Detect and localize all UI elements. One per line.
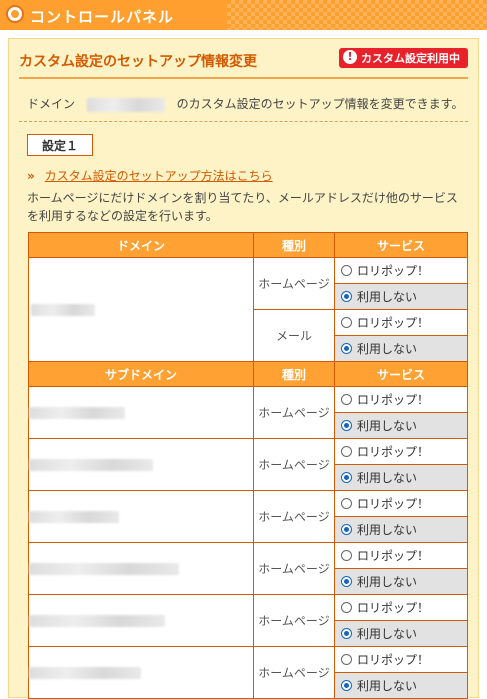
radio-option-none[interactable]: 利用しない bbox=[335, 516, 467, 542]
radio-option-none[interactable]: 利用しない bbox=[335, 464, 467, 490]
radio-selected-icon[interactable] bbox=[341, 628, 352, 639]
table-row: ホームページ ロリポップ！ 利用しない bbox=[28, 594, 468, 647]
table-row: ホームページ ロリポップ！ 利用しない bbox=[28, 386, 468, 439]
radio-icon[interactable] bbox=[341, 317, 352, 328]
kind-cell: ホームページ bbox=[253, 542, 335, 595]
radio-icon[interactable] bbox=[341, 498, 352, 509]
col-kind: 種別 bbox=[253, 232, 335, 258]
col-subdomain: サブドメイン bbox=[28, 361, 254, 387]
header-pattern bbox=[227, 0, 487, 30]
intro-text: ホームページにだけドメインを割り当てたり、メールアドレスだけ他のサービスを利用す… bbox=[27, 191, 458, 223]
radio-option-lolipop[interactable]: ロリポップ！ bbox=[335, 439, 467, 464]
radio-selected-icon[interactable] bbox=[341, 420, 352, 431]
table-row: ホームページ ロリポップ！ 利用しない bbox=[28, 257, 468, 362]
service-cell: ロリポップ！ 利用しない bbox=[334, 646, 468, 699]
col-domain: ドメイン bbox=[28, 232, 254, 258]
radio-selected-icon[interactable] bbox=[341, 576, 352, 587]
control-panel-header: コントロールパネル bbox=[0, 0, 487, 30]
service-cell: ロリポップ！ 利用しない bbox=[334, 438, 468, 491]
radio-icon[interactable] bbox=[341, 394, 352, 405]
blurred-subdomain bbox=[29, 459, 153, 471]
service-cell: ロリポップ！ 利用しない bbox=[334, 542, 468, 595]
radio-option-none[interactable]: 利用しない bbox=[335, 568, 467, 594]
double-chevron-icon: » bbox=[27, 169, 35, 183]
blurred-subdomain bbox=[29, 667, 141, 679]
col-service: サービス bbox=[334, 361, 468, 387]
radio-icon[interactable] bbox=[341, 654, 352, 665]
radio-option-none[interactable]: 利用しない bbox=[335, 335, 467, 361]
radio-option-none[interactable]: 利用しない bbox=[335, 283, 467, 309]
description: ドメイン のカスタム設定のセットアップ情報を変更できます。 bbox=[27, 97, 464, 112]
domain-cell bbox=[28, 257, 254, 362]
table-row: ホームページ ロリポップ！ 利用しない bbox=[28, 646, 468, 699]
radio-selected-icon[interactable] bbox=[341, 524, 352, 535]
blurred-subdomain bbox=[29, 511, 119, 523]
kind-cell: ホームページ bbox=[253, 594, 335, 647]
radio-option-lolipop[interactable]: ロリポップ！ bbox=[335, 258, 467, 283]
service-cell: ロリポップ！ 利用しない bbox=[334, 594, 468, 647]
radio-selected-icon[interactable] bbox=[341, 291, 352, 302]
blurred-subdomain bbox=[29, 563, 179, 575]
radio-selected-icon[interactable] bbox=[341, 680, 352, 691]
subdomain-cell bbox=[28, 490, 254, 543]
radio-option-none[interactable]: 利用しない bbox=[335, 620, 467, 646]
custom-settings-table: ドメイン 種別 サービス ホームページ ロリポップ！ 利用しない メール ロリポ… bbox=[28, 232, 468, 699]
radio-icon[interactable] bbox=[341, 550, 352, 561]
radio-option-lolipop[interactable]: ロリポップ！ bbox=[335, 543, 467, 568]
col-service: サービス bbox=[334, 232, 468, 258]
howto-link-row: » カスタム設定のセットアップ方法はこちら bbox=[27, 167, 273, 184]
tab-setting-1[interactable]: 設定１ bbox=[27, 134, 93, 156]
status-badge-label: カスタム設定利用中 bbox=[361, 52, 460, 65]
section-title: カスタム設定のセットアップ情報変更 bbox=[19, 54, 257, 70]
table-row: ホームページ ロリポップ！ 利用しない bbox=[28, 490, 468, 543]
header-title: コントロールパネル bbox=[30, 8, 175, 26]
radio-option-lolipop[interactable]: ロリポップ！ bbox=[335, 647, 467, 672]
radio-icon[interactable] bbox=[341, 265, 352, 276]
blurred-subdomain bbox=[29, 615, 165, 627]
kind-cell: ホームページ bbox=[253, 438, 335, 491]
kind-cell: ホームページ bbox=[253, 646, 335, 699]
service-cell: ロリポップ！ 利用しない bbox=[334, 309, 468, 362]
divider bbox=[19, 77, 468, 79]
subdomain-cell bbox=[28, 646, 254, 699]
subdomain-cell bbox=[28, 438, 254, 491]
alert-icon: ! bbox=[343, 50, 357, 64]
subdomain-header-row: サブドメイン 種別 サービス bbox=[28, 361, 468, 387]
radio-option-none[interactable]: 利用しない bbox=[335, 412, 467, 438]
dotted-divider bbox=[19, 121, 468, 122]
table-row: ホームページ ロリポップ！ 利用しない bbox=[28, 542, 468, 595]
col-kind: 種別 bbox=[253, 361, 335, 387]
service-cell: ロリポップ！ 利用しない bbox=[334, 490, 468, 543]
service-cell: ロリポップ！ 利用しない bbox=[334, 386, 468, 439]
howto-link[interactable]: カスタム設定のセットアップ方法はこちら bbox=[45, 169, 273, 183]
table-row: ホームページ ロリポップ！ 利用しない bbox=[28, 438, 468, 491]
settings-panel: カスタム設定のセットアップ情報変更 ! カスタム設定利用中 ドメイン のカスタム… bbox=[8, 38, 479, 699]
radio-option-lolipop[interactable]: ロリポップ！ bbox=[335, 310, 467, 335]
subdomain-cell bbox=[28, 386, 254, 439]
blurred-domain-name bbox=[31, 304, 95, 316]
service-cell: ロリポップ！ 利用しない bbox=[334, 257, 468, 310]
radio-option-lolipop[interactable]: ロリポップ！ bbox=[335, 595, 467, 620]
kind-cell: メール bbox=[253, 309, 335, 362]
kind-cell: ホームページ bbox=[253, 257, 335, 310]
gear-icon bbox=[6, 5, 24, 23]
radio-icon[interactable] bbox=[341, 446, 352, 457]
blurred-domain bbox=[86, 97, 165, 112]
domain-header-row: ドメイン 種別 サービス bbox=[28, 232, 468, 258]
blurred-subdomain bbox=[29, 407, 125, 419]
kind-cell: ホームページ bbox=[253, 490, 335, 543]
kind-cell: ホームページ bbox=[253, 386, 335, 439]
radio-option-none[interactable]: 利用しない bbox=[335, 672, 467, 698]
radio-selected-icon[interactable] bbox=[341, 343, 352, 354]
radio-selected-icon[interactable] bbox=[341, 472, 352, 483]
subdomain-cell bbox=[28, 542, 254, 595]
status-badge: ! カスタム設定利用中 bbox=[339, 48, 468, 68]
radio-icon[interactable] bbox=[341, 602, 352, 613]
radio-option-lolipop[interactable]: ロリポップ！ bbox=[335, 387, 467, 412]
subdomain-cell bbox=[28, 594, 254, 647]
radio-option-lolipop[interactable]: ロリポップ！ bbox=[335, 491, 467, 516]
